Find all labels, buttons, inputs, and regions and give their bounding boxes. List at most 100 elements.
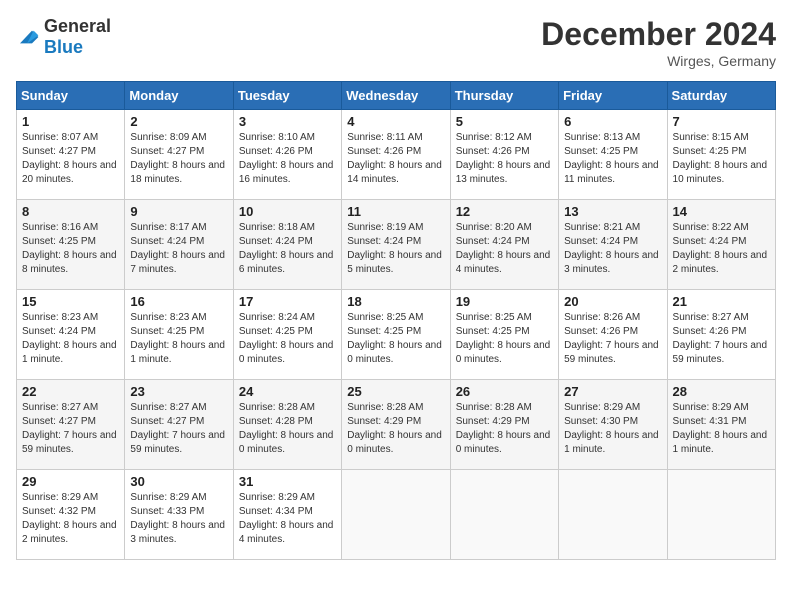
day-detail: Sunrise: 8:28 AMSunset: 4:29 PMDaylight:…: [347, 401, 444, 457]
day-detail: Sunrise: 8:19 AMSunset: 4:24 PMDaylight:…: [347, 221, 444, 277]
day-number: 27: [564, 384, 661, 399]
calendar-cell: 16 Sunrise: 8:23 AMSunset: 4:25 PMDayligh…: [125, 290, 233, 380]
calendar-cell: 18 Sunrise: 8:25 AMSunset: 4:25 PMDayligh…: [342, 290, 450, 380]
calendar-cell: 4Sunrise: 8:11 AMSunset: 4:26 PMDaylight…: [342, 110, 450, 200]
logo: General Blue: [16, 16, 111, 58]
day-number: 29: [22, 474, 119, 489]
day-detail: Sunrise: 8:25 AMSunset: 4:25 PMDaylight:…: [347, 311, 444, 367]
month-title: December 2024: [541, 16, 776, 53]
calendar-cell: 19 Sunrise: 8:25 AMSunset: 4:25 PMDayligh…: [450, 290, 558, 380]
day-number: 24: [239, 384, 336, 399]
day-number: 3: [239, 114, 336, 129]
day-detail: Sunrise: 8:09 AMSunset: 4:27 PMDaylight:…: [130, 131, 227, 187]
day-detail: Sunrise: 8:18 AMSunset: 4:24 PMDaylight:…: [239, 221, 336, 277]
day-number: 20: [564, 294, 661, 309]
day-number: 25: [347, 384, 444, 399]
day-number: 2: [130, 114, 227, 129]
calendar-cell: 28 Sunrise: 8:29 AMSunset: 4:31 PMDayligh…: [667, 380, 775, 470]
calendar-cell: 29 Sunrise: 8:29 AMSunset: 4:32 PMDayligh…: [17, 470, 125, 560]
location: Wirges, Germany: [541, 53, 776, 69]
day-number: 8: [22, 204, 119, 219]
day-detail: Sunrise: 8:27 AMSunset: 4:27 PMDaylight:…: [130, 401, 227, 457]
day-number: 23: [130, 384, 227, 399]
calendar-cell: 3 Sunrise: 8:10 AMSunset: 4:26 PMDaylight…: [233, 110, 341, 200]
day-number: 1: [22, 114, 119, 129]
calendar-cell: 5Sunrise: 8:12 AMSunset: 4:26 PMDaylight…: [450, 110, 558, 200]
weekday-header: Wednesday: [342, 82, 450, 110]
day-number: 18: [347, 294, 444, 309]
day-number: 16: [130, 294, 227, 309]
calendar-cell: [559, 470, 667, 560]
calendar-cell: 6 Sunrise: 8:13 AMSunset: 4:25 PMDaylight…: [559, 110, 667, 200]
calendar-week-row: 8Sunrise: 8:16 AMSunset: 4:25 PMDaylight…: [17, 200, 776, 290]
day-number: 4: [347, 114, 444, 129]
day-detail: Sunrise: 8:25 AMSunset: 4:25 PMDaylight:…: [456, 311, 553, 367]
calendar-cell: 31Sunrise: 8:29 AMSunset: 4:34 PMDayligh…: [233, 470, 341, 560]
day-number: 22: [22, 384, 119, 399]
day-detail: Sunrise: 8:29 AMSunset: 4:32 PMDaylight:…: [22, 491, 119, 547]
calendar-cell: 10 Sunrise: 8:18 AMSunset: 4:24 PMDayligh…: [233, 200, 341, 290]
day-detail: Sunrise: 8:12 AMSunset: 4:26 PMDaylight:…: [456, 131, 553, 187]
calendar-cell: 8Sunrise: 8:16 AMSunset: 4:25 PMDaylight…: [17, 200, 125, 290]
calendar-cell: 30 Sunrise: 8:29 AMSunset: 4:33 PMDayligh…: [125, 470, 233, 560]
page-header: General Blue December 2024 Wirges, Germa…: [16, 16, 776, 69]
calendar-cell: 25 Sunrise: 8:28 AMSunset: 4:29 PMDayligh…: [342, 380, 450, 470]
calendar-cell: 14Sunrise: 8:22 AMSunset: 4:24 PMDayligh…: [667, 200, 775, 290]
day-detail: Sunrise: 8:28 AMSunset: 4:28 PMDaylight:…: [239, 401, 336, 457]
day-number: 30: [130, 474, 227, 489]
day-detail: Sunrise: 8:17 AMSunset: 4:24 PMDaylight:…: [130, 221, 227, 277]
weekday-header: Tuesday: [233, 82, 341, 110]
day-detail: Sunrise: 8:10 AMSunset: 4:26 PMDaylight:…: [239, 131, 336, 187]
day-number: 21: [673, 294, 770, 309]
day-detail: Sunrise: 8:24 AMSunset: 4:25 PMDaylight:…: [239, 311, 336, 367]
day-detail: Sunrise: 8:29 AMSunset: 4:33 PMDaylight:…: [130, 491, 227, 547]
calendar-cell: [450, 470, 558, 560]
day-detail: Sunrise: 8:29 AMSunset: 4:30 PMDaylight:…: [564, 401, 661, 457]
calendar-cell: 1Sunrise: 8:07 AMSunset: 4:27 PMDaylight…: [17, 110, 125, 200]
day-number: 10: [239, 204, 336, 219]
day-detail: Sunrise: 8:13 AMSunset: 4:25 PMDaylight:…: [564, 131, 661, 187]
calendar-cell: 20 Sunrise: 8:26 AMSunset: 4:26 PMDayligh…: [559, 290, 667, 380]
generalblue-logo-icon: [16, 27, 40, 47]
day-number: 7: [673, 114, 770, 129]
day-number: 6: [564, 114, 661, 129]
calendar-cell: 9 Sunrise: 8:17 AMSunset: 4:24 PMDaylight…: [125, 200, 233, 290]
title-block: December 2024 Wirges, Germany: [541, 16, 776, 69]
calendar-cell: 15Sunrise: 8:23 AMSunset: 4:24 PMDayligh…: [17, 290, 125, 380]
day-number: 11: [347, 204, 444, 219]
weekday-header: Thursday: [450, 82, 558, 110]
calendar-cell: 12 Sunrise: 8:20 AMSunset: 4:24 PMDayligh…: [450, 200, 558, 290]
day-detail: Sunrise: 8:29 AMSunset: 4:31 PMDaylight:…: [673, 401, 770, 457]
day-detail: Sunrise: 8:27 AMSunset: 4:27 PMDaylight:…: [22, 401, 119, 457]
day-number: 14: [673, 204, 770, 219]
day-number: 13: [564, 204, 661, 219]
day-detail: Sunrise: 8:23 AMSunset: 4:24 PMDaylight:…: [22, 311, 119, 367]
day-detail: Sunrise: 8:23 AMSunset: 4:25 PMDaylight:…: [130, 311, 227, 367]
day-number: 12: [456, 204, 553, 219]
calendar-cell: 7 Sunrise: 8:15 AMSunset: 4:25 PMDaylight…: [667, 110, 775, 200]
calendar-cell: 13Sunrise: 8:21 AMSunset: 4:24 PMDayligh…: [559, 200, 667, 290]
day-detail: Sunrise: 8:27 AMSunset: 4:26 PMDaylight:…: [673, 311, 770, 367]
day-number: 9: [130, 204, 227, 219]
calendar-week-row: 1Sunrise: 8:07 AMSunset: 4:27 PMDaylight…: [17, 110, 776, 200]
logo-text: General Blue: [44, 16, 111, 58]
weekday-header: Saturday: [667, 82, 775, 110]
day-number: 17: [239, 294, 336, 309]
calendar-header-row: SundayMondayTuesdayWednesdayThursdayFrid…: [17, 82, 776, 110]
weekday-header: Friday: [559, 82, 667, 110]
day-detail: Sunrise: 8:26 AMSunset: 4:26 PMDaylight:…: [564, 311, 661, 367]
calendar-cell: [342, 470, 450, 560]
day-detail: Sunrise: 8:15 AMSunset: 4:25 PMDaylight:…: [673, 131, 770, 187]
calendar-cell: 27 Sunrise: 8:29 AMSunset: 4:30 PMDayligh…: [559, 380, 667, 470]
calendar-table: SundayMondayTuesdayWednesdayThursdayFrid…: [16, 81, 776, 560]
calendar-cell: 21 Sunrise: 8:27 AMSunset: 4:26 PMDayligh…: [667, 290, 775, 380]
day-number: 19: [456, 294, 553, 309]
day-detail: Sunrise: 8:28 AMSunset: 4:29 PMDaylight:…: [456, 401, 553, 457]
calendar-cell: [667, 470, 775, 560]
weekday-header: Monday: [125, 82, 233, 110]
calendar-cell: 23 Sunrise: 8:27 AMSunset: 4:27 PMDayligh…: [125, 380, 233, 470]
calendar-week-row: 29 Sunrise: 8:29 AMSunset: 4:32 PMDayligh…: [17, 470, 776, 560]
day-number: 28: [673, 384, 770, 399]
calendar-cell: 26Sunrise: 8:28 AMSunset: 4:29 PMDayligh…: [450, 380, 558, 470]
day-detail: Sunrise: 8:20 AMSunset: 4:24 PMDaylight:…: [456, 221, 553, 277]
